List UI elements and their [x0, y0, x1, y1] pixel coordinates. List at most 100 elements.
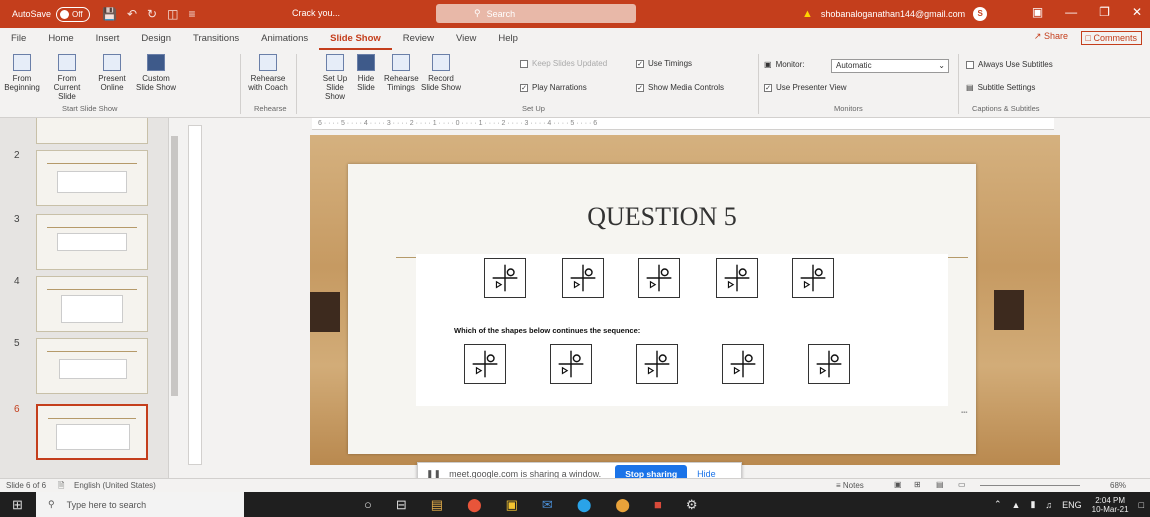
record-show-button[interactable]: Record Slide Show	[420, 54, 462, 92]
keep-slides-updated-checkbox[interactable]: Keep Slides Updated	[520, 59, 607, 68]
autosave-switch[interactable]: Off	[56, 6, 91, 22]
answer-option-2[interactable]	[550, 344, 592, 384]
zoom-slider[interactable]	[980, 485, 1080, 486]
tab-view[interactable]: View	[445, 28, 487, 50]
presenter-view-checkbox[interactable]: ✓ Use Presenter View	[764, 83, 847, 92]
setup-show-button[interactable]: Set Up Slide Show	[318, 54, 352, 101]
play-narrations-checkbox[interactable]: ✓ Play Narrations	[520, 83, 587, 92]
from-beginning-button[interactable]: From Beginning	[4, 54, 40, 92]
sequence-shape-4[interactable]	[716, 258, 758, 298]
answer-option-1[interactable]	[464, 344, 506, 384]
sequence-shape-1[interactable]	[484, 258, 526, 298]
slide-canvas[interactable]: QUESTION 5 Which of the shapes below con…	[348, 164, 976, 454]
rehearse-timings-button[interactable]: Rehearse Timings	[384, 54, 419, 92]
slide-thumbnail-1[interactable]	[36, 118, 148, 144]
redo-icon[interactable]: ↻	[147, 7, 157, 21]
taskbar-search[interactable]: ⚲ Type here to search	[36, 492, 244, 517]
clock-date: 10-Mar-21	[1091, 504, 1129, 514]
close-icon[interactable]: ✕	[1132, 5, 1142, 19]
ribbon-display-icon[interactable]: ▣	[1032, 5, 1043, 19]
always-subtitles-checkbox[interactable]: Always Use Subtitles	[966, 60, 1053, 69]
tab-transitions[interactable]: Transitions	[182, 28, 250, 50]
account-email: shobanaloganathan144@gmail.com	[820, 9, 966, 19]
tab-help[interactable]: Help	[487, 28, 529, 50]
settings-gear-icon[interactable]: ⚙	[686, 497, 698, 513]
avatar[interactable]: S	[973, 7, 988, 21]
powerpoint-icon[interactable]: ■	[654, 497, 662, 512]
slide-number: 5	[14, 338, 20, 349]
save-icon[interactable]: 💾	[102, 7, 117, 21]
present-online-icon	[103, 54, 121, 71]
sequence-shape-3[interactable]	[638, 258, 680, 298]
minimize-icon[interactable]: —	[1065, 5, 1077, 19]
slide-sorter-icon[interactable]: ⊞	[914, 480, 921, 489]
opera-icon[interactable]: ⬤	[467, 497, 482, 513]
use-timings-checkbox[interactable]: ✓ Use Timings	[636, 59, 692, 68]
zoom-level[interactable]: 68%	[1110, 481, 1126, 490]
tab-slide-show[interactable]: Slide Show	[319, 28, 392, 50]
language-indicator[interactable]: ENG	[1062, 500, 1082, 510]
present-icon[interactable]: ◫	[167, 7, 178, 21]
restore-icon[interactable]: ❐	[1099, 5, 1110, 19]
slide-title[interactable]: QUESTION 5	[348, 202, 976, 232]
show-media-controls-checkbox[interactable]: ✓ Show Media Controls	[636, 83, 724, 92]
tab-animations[interactable]: Animations	[250, 28, 319, 50]
notifications-icon[interactable]: □	[1139, 500, 1144, 510]
answer-option-4[interactable]	[722, 344, 764, 384]
battery-icon[interactable]: ▮	[1030, 499, 1035, 510]
answer-option-3[interactable]	[636, 344, 678, 384]
customize-icon[interactable]: ≡	[188, 7, 195, 21]
language-status[interactable]: English (United States)	[74, 481, 156, 490]
slide-thumbnail-2[interactable]	[36, 150, 148, 206]
reading-view-icon[interactable]: ▤	[936, 480, 944, 489]
cortana-icon[interactable]: ○	[364, 497, 372, 512]
taskbar-clock[interactable]: 2:04 PM 10-Mar-21	[1092, 496, 1129, 514]
scrollbar-thumb[interactable]	[171, 136, 178, 396]
slideshow-view-icon[interactable]: ▭	[958, 480, 966, 489]
slide-thumbnail-3[interactable]	[36, 214, 148, 270]
monitors-group: Monitors	[834, 104, 863, 113]
search-box[interactable]: ⚲ Search	[436, 4, 636, 23]
notes-button[interactable]: ≡ Notes	[836, 481, 864, 490]
chevron-up-icon[interactable]: ⌃	[994, 499, 1002, 510]
edge-icon[interactable]: ⬤	[577, 497, 592, 513]
hide-slide-button[interactable]: Hide Slide	[354, 54, 378, 92]
slide-number: 2	[14, 150, 20, 161]
present-online-button[interactable]: Present Online	[94, 54, 130, 92]
from-current-button[interactable]: From Current Slide	[44, 54, 90, 101]
monitor-select[interactable]: Automatic ⌄	[831, 59, 949, 73]
autosave-toggle[interactable]: AutoSave Off	[12, 6, 91, 22]
question-image[interactable]: Which of the shapes below continues the …	[416, 254, 967, 416]
volume-icon[interactable]: ♫	[1045, 500, 1052, 510]
answer-option-5[interactable]	[808, 344, 850, 384]
thumbnail-scrollbar[interactable]	[168, 118, 180, 478]
tab-insert[interactable]: Insert	[85, 28, 131, 50]
share-button[interactable]: ↗ Share	[1034, 31, 1068, 42]
mail-icon[interactable]: ✉	[542, 497, 553, 513]
sequence-shape-5[interactable]	[792, 258, 834, 298]
sequence-shape-2[interactable]	[562, 258, 604, 298]
slide-thumbnail-4[interactable]	[36, 276, 148, 332]
quick-access-toolbar: 💾 ↶ ↻ ◫ ≡	[102, 7, 195, 21]
slide-thumbnail-6[interactable]	[36, 404, 148, 460]
tab-file[interactable]: File	[0, 28, 37, 50]
store-icon[interactable]: ▣	[506, 497, 518, 513]
windows-start-icon[interactable]: ⊞	[12, 497, 23, 513]
slide-number: 3	[14, 214, 20, 225]
tab-home[interactable]: Home	[37, 28, 84, 50]
tab-review[interactable]: Review	[392, 28, 445, 50]
file-explorer-icon[interactable]: ▤	[431, 497, 443, 513]
account-area[interactable]: ▲ shobanaloganathan144@gmail.com S	[802, 7, 988, 21]
network-icon[interactable]: ▲	[1012, 500, 1021, 510]
task-view-icon[interactable]: ⊟	[396, 497, 407, 513]
tab-design[interactable]: Design	[130, 28, 182, 50]
normal-view-icon[interactable]: ▣	[894, 480, 902, 489]
slide-thumbnail-5[interactable]	[36, 338, 148, 394]
subtitle-settings-button[interactable]: ▤ Subtitle Settings	[966, 83, 1035, 92]
document-title[interactable]: Crack you...	[292, 8, 340, 18]
custom-show-button[interactable]: Custom Slide Show	[134, 54, 178, 92]
comments-button[interactable]: □ Comments	[1080, 31, 1142, 45]
chrome-icon[interactable]: ⬤	[615, 497, 630, 513]
undo-icon[interactable]: ↶	[127, 7, 137, 21]
rehearse-coach-button[interactable]: Rehearse with Coach	[246, 54, 290, 92]
